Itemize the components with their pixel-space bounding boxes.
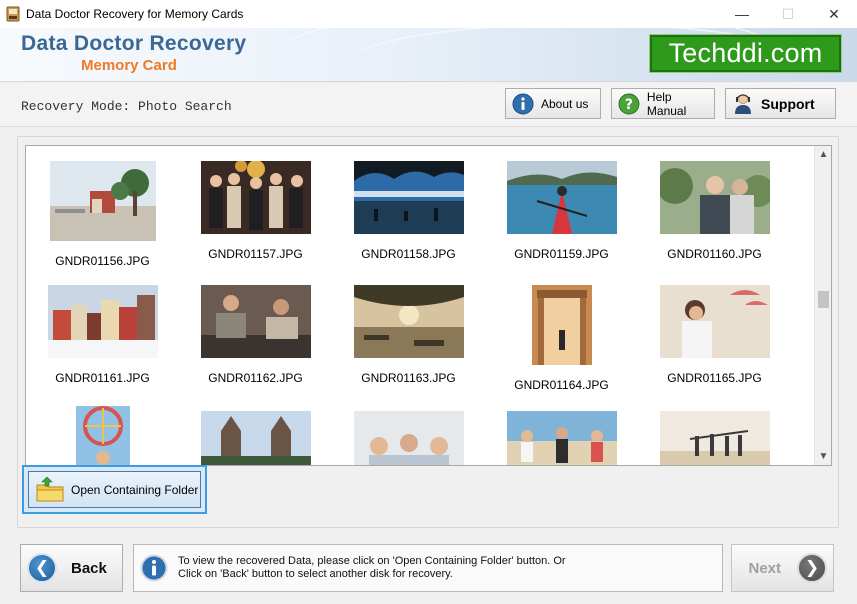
next-button: Next ❯ [731, 544, 834, 592]
back-label: Back [71, 559, 107, 577]
photo-thumbnail [656, 161, 774, 234]
photo-filename: GNDR01162.JPG [208, 371, 303, 385]
minimize-button[interactable]: — [719, 0, 765, 28]
gallery-item[interactable]: GNDR01158.JPG [332, 161, 485, 261]
folder-up-icon [36, 476, 64, 501]
photo-filename: GNDR01160.JPG [667, 247, 762, 261]
gallery-item[interactable]: GNDR01164.JPG [485, 285, 638, 392]
gallery-item[interactable]: GNDR01162.JPG [179, 285, 332, 385]
photo-filename: GNDR01163.JPG [361, 371, 456, 385]
next-arrow-icon: ❯ [797, 553, 827, 583]
close-button[interactable]: ✕ [811, 0, 857, 28]
brand-subtitle: Memory Card [81, 57, 177, 74]
photo-thumbnail [659, 285, 770, 358]
photo-thumbnail [506, 161, 617, 234]
photo-thumbnail [353, 285, 464, 358]
recovery-mode-label: Recovery Mode: Photo Search [21, 99, 232, 114]
photo-filename: GNDR01159.JPG [514, 247, 609, 261]
photo-filename: GNDR01158.JPG [361, 247, 456, 261]
gallery-item[interactable]: GNDR01161.JPG [26, 285, 179, 385]
photo-thumbnail [506, 411, 617, 465]
watermark-logo: Techddi.com [649, 34, 842, 73]
back-button[interactable]: ❮ Back [20, 544, 123, 592]
photo-thumbnail [200, 285, 311, 358]
gallery-item[interactable] [485, 411, 638, 465]
help-manual-label: Help Manual [646, 89, 687, 118]
photo-filename: GNDR01161.JPG [55, 371, 150, 385]
brand-title: Data Doctor Recovery [21, 32, 247, 55]
gallery-item[interactable]: GNDR01160.JPG [638, 161, 791, 261]
photo-thumbnail [353, 411, 464, 465]
scroll-thumb[interactable] [818, 291, 829, 308]
gallery-item[interactable]: GNDR01156.JPG [26, 161, 179, 268]
photo-thumbnail [200, 411, 311, 465]
photo-thumbnail [49, 161, 156, 241]
maximize-button: ☐ [781, 5, 795, 22]
gallery-item[interactable] [332, 411, 485, 465]
app-icon [6, 6, 20, 22]
gallery-scrollbar[interactable]: ▲ ▼ [814, 146, 831, 465]
scroll-up-arrow-icon[interactable]: ▲ [815, 146, 831, 163]
about-us-label: About us [541, 96, 589, 111]
photo-filename: GNDR01156.JPG [55, 254, 150, 268]
info-icon [512, 93, 534, 114]
open-folder-focus-frame: Open Containing Folder [22, 465, 207, 514]
svg-text:?: ? [625, 96, 633, 112]
info-message-box: To view the recovered Data, please click… [133, 544, 723, 592]
open-containing-folder-label: Open Containing Folder [71, 482, 199, 497]
gallery-item[interactable] [638, 411, 791, 465]
photo-filename: GNDR01165.JPG [667, 371, 762, 385]
gallery-item[interactable]: GNDR01165.JPG [638, 285, 791, 385]
back-arrow-icon: ❮ [27, 553, 57, 583]
title-bar: Data Doctor Recovery for Memory Cards — … [0, 0, 857, 28]
photo-thumbnail [659, 411, 770, 465]
gallery-item[interactable]: GNDR01157.JPG [179, 160, 332, 261]
support-label: Support [761, 95, 815, 112]
header-banner: Data Doctor Recovery Memory Card Techddi… [0, 28, 857, 82]
info-message-text: To view the recovered Data, please click… [178, 555, 566, 581]
next-label: Next [748, 559, 781, 577]
gallery-item[interactable]: GNDR01159.JPG [485, 161, 638, 261]
photo-thumbnail [75, 406, 130, 465]
info-line-2: Click on 'Back' button to select another… [178, 568, 453, 580]
mode-row: Recovery Mode: Photo Search About us ? H… [0, 83, 857, 127]
scroll-down-arrow-icon[interactable]: ▼ [815, 448, 831, 465]
gallery-item[interactable] [179, 411, 332, 465]
photo-thumbnail [200, 160, 311, 234]
bottom-bar: ❮ Back To view the recovered Data, pleas… [0, 533, 857, 604]
gallery-item[interactable] [26, 406, 179, 465]
photo-gallery[interactable]: GNDR01156.JPG GNDR01157.JPG GNDR01158.JP… [25, 145, 832, 466]
help-icon: ? [618, 93, 640, 114]
help-manual-button[interactable]: ? Help Manual [611, 88, 715, 119]
window-title: Data Doctor Recovery for Memory Cards [26, 7, 244, 21]
photo-filename: GNDR01164.JPG [514, 378, 609, 392]
photo-thumbnail [353, 161, 464, 234]
gallery-item[interactable]: GNDR01163.JPG [332, 285, 485, 385]
info-icon [140, 554, 168, 582]
support-button[interactable]: Support [725, 88, 836, 119]
info-line-1: To view the recovered Data, please click… [178, 555, 566, 567]
open-containing-folder-button[interactable]: Open Containing Folder [28, 471, 201, 508]
support-person-icon [735, 93, 751, 114]
photo-filename: GNDR01157.JPG [208, 247, 303, 261]
photo-thumbnail [531, 285, 592, 365]
about-us-button[interactable]: About us [505, 88, 601, 119]
photo-thumbnail [47, 285, 158, 358]
